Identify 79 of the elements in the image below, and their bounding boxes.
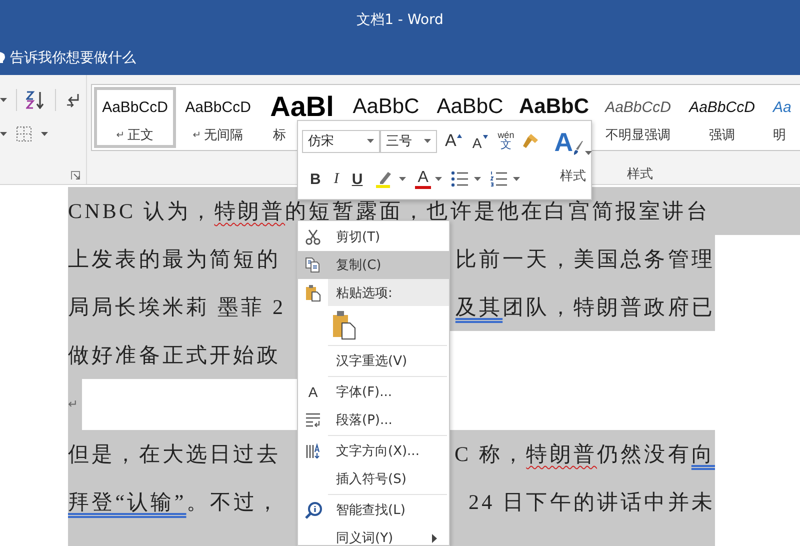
clipboard-icon [305, 284, 321, 302]
menu-item[interactable]: 插入符号(S) [298, 465, 449, 493]
caret-icon[interactable] [398, 177, 406, 181]
paragraph-mark: ↵ [192, 130, 202, 140]
brush-icon [574, 141, 584, 155]
menu-item[interactable]: A 字体(F)... [298, 378, 449, 406]
body-text: 拜登“认输”。不过， [68, 489, 281, 516]
up-triangle-icon [457, 134, 462, 138]
paragraph-icon [305, 413, 321, 427]
style-item[interactable]: AaBbCcD ↵ 正文 [94, 87, 176, 148]
borders-icon[interactable] [16, 126, 32, 142]
style-label: 明 [773, 127, 786, 144]
search-icon [304, 502, 322, 518]
paragraph-mark: ↵ [116, 130, 125, 140]
style-item[interactable]: Aa 明 [764, 87, 800, 148]
style-item[interactable]: AaBbCcD 强调 [680, 87, 764, 148]
font-size-dropdown[interactable]: 三号 [380, 130, 437, 152]
font-color-button[interactable]: A [414, 170, 432, 188]
down-triangle-icon [482, 134, 488, 138]
body-text: 但是，在大选日过去 [68, 441, 280, 468]
window-title: 文档1 - Word [356, 11, 444, 29]
group-label: 样式 [627, 166, 653, 183]
menu-item[interactable]: 段落(P)... [298, 406, 449, 434]
style-preview: AaBl [270, 96, 334, 118]
numbering-icon[interactable] [490, 171, 508, 187]
phonetic-guide-button[interactable]: wén 文 [496, 131, 516, 151]
caret-icon[interactable] [513, 177, 520, 181]
style-preview: Aa [773, 98, 792, 118]
grow-font-button[interactable]: A [443, 131, 464, 151]
bullets-icon[interactable] [451, 171, 470, 187]
menu-item[interactable]: 剪切(T) [298, 223, 449, 251]
menu-section-header: 粘贴选项: [328, 279, 449, 306]
style-item[interactable]: AaBbCcD ↵ 无间隔 [176, 87, 260, 148]
body-text: C 称，特朗普仍然没有 向 [454, 441, 715, 468]
text-direction-icon [305, 443, 321, 459]
body-text: 做好准备正式开始政 [68, 342, 280, 369]
caret-icon[interactable] [0, 132, 7, 136]
copy-icon [305, 257, 321, 273]
menu-item[interactable]: 文字方向(X)... [298, 437, 449, 465]
scissors-icon [305, 229, 321, 245]
format-painter-icon[interactable] [522, 132, 540, 150]
menu-item[interactable]: 复制(C) [298, 251, 449, 279]
bold-button[interactable]: B [308, 170, 323, 188]
body-text: 24 日下午的讲话中并未 [468, 489, 715, 516]
dialog-launcher-icon[interactable] [71, 171, 80, 180]
style-label: 不明显强调 [606, 127, 670, 144]
caret-icon[interactable] [41, 132, 48, 136]
style-preview: AaBbCcD [185, 98, 251, 118]
paste-keep-formatting-icon[interactable] [332, 310, 356, 340]
menu-item[interactable]: 汉字重选(V) [298, 347, 449, 375]
menu-item[interactable]: 智能查找(L) [298, 496, 449, 524]
body-text: 比前一天，美国总务管理 [455, 246, 715, 273]
style-preview: AaBbCcD [102, 98, 168, 118]
caret-icon[interactable] [435, 177, 442, 181]
style-label: 正文 [128, 127, 154, 144]
show-marks-icon[interactable] [65, 92, 81, 108]
sort-icon[interactable] [26, 91, 46, 109]
caret-icon[interactable] [474, 177, 482, 181]
tell-me-field[interactable]: 告诉我你想要做什么 [10, 48, 136, 66]
style-label: 强调 [709, 127, 735, 144]
style-preview: AaBbCcD [605, 98, 671, 118]
style-item[interactable]: AaBbCcD 不明显强调 [596, 87, 680, 148]
dropdown-caret-icon [367, 139, 374, 143]
style-label: 无间隔 [204, 127, 244, 144]
lightbulb-icon [0, 50, 5, 64]
styles-button[interactable]: A 样式 [554, 129, 592, 199]
body-text: 上发表的最为简短的 [68, 246, 280, 273]
body-text: 局局长埃米莉 墨菲 2 [68, 294, 286, 321]
dropdown-caret-icon [424, 139, 431, 143]
body-text: 及其 团队，特朗普政府已 [455, 294, 715, 321]
style-preview: AaBbCcD [689, 98, 755, 118]
shrink-font-button[interactable]: A [470, 132, 490, 150]
caret-icon[interactable] [0, 98, 7, 102]
highlight-icon[interactable] [374, 169, 394, 189]
paragraph-mark: ↵ [68, 379, 82, 430]
italic-button[interactable]: I [332, 170, 341, 188]
menu-item[interactable]: 同义词(Y) [298, 524, 449, 545]
font-name-dropdown[interactable]: 仿宋 [302, 130, 380, 152]
underline-button[interactable]: U [350, 170, 365, 188]
